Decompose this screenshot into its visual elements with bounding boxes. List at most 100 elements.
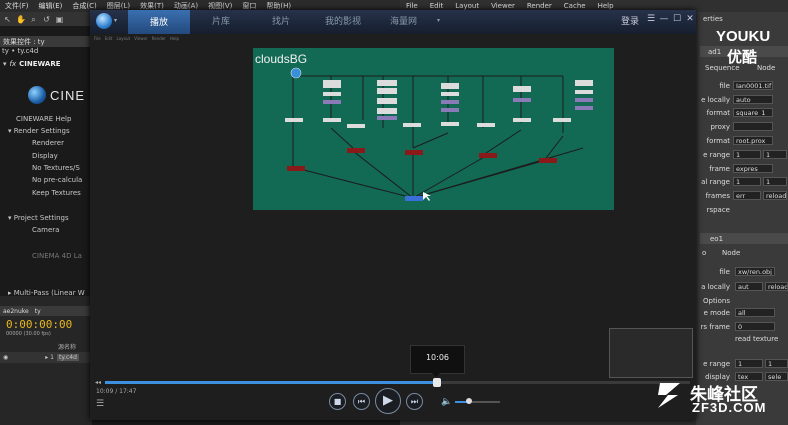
nuke-knob-label: e range	[703, 151, 730, 159]
nuke-menu-item[interactable]: Help	[592, 2, 620, 10]
ae-effect-controls-tab[interactable]: 效果控件 : ty	[0, 36, 92, 47]
visibility-eye-icon[interactable]: ◉	[0, 354, 8, 361]
nuke-menu-item[interactable]: Viewer	[485, 2, 521, 10]
nuke-properties-tab[interactable]: erties	[703, 15, 723, 23]
ae-panel-tab[interactable]: 效果控件 : ty	[0, 37, 48, 47]
camera-tool-icon[interactable]: ▣	[55, 15, 64, 24]
menu-icon[interactable]: ☰	[645, 14, 657, 24]
playlist-icon[interactable]: ☰	[96, 399, 104, 409]
next-button[interactable]: ⏭	[406, 393, 423, 410]
nuke-knob-label: al range	[701, 178, 730, 186]
ae-toolbar: ↖ ✋ ⌕ ↺ ▣	[0, 12, 92, 26]
nuke-knob-field[interactable]: sele	[765, 372, 788, 381]
seek-bar-handle[interactable]	[433, 378, 442, 387]
nuke-knob-field[interactable]: read texture	[735, 335, 778, 343]
fx-icon[interactable]: fx	[10, 60, 17, 68]
rotate-tool-icon[interactable]: ↺	[42, 15, 51, 24]
nuke-knob-field[interactable]: aut	[735, 282, 763, 291]
maximize-icon[interactable]: ☐	[671, 14, 683, 24]
nuke-knob-field[interactable]: 1	[765, 359, 788, 368]
seek-bar-progress	[105, 381, 438, 384]
nuke-knob-field[interactable]	[733, 122, 773, 131]
nuke-knob-field[interactable]: square_1	[733, 108, 773, 117]
stop-button[interactable]: ■	[329, 393, 346, 410]
tab-more[interactable]: 海量网	[390, 14, 417, 27]
nuke-knob-field[interactable]: reload	[763, 191, 787, 200]
volume-slider-handle[interactable]	[465, 398, 472, 404]
nuke-menu-item[interactable]: File	[400, 2, 424, 10]
nuke-knob-label: format	[706, 109, 730, 117]
collapse-sidebar-icon[interactable]: ◂◂	[95, 379, 101, 386]
nuke-knob-field[interactable]: 1	[735, 359, 763, 368]
player-logo-icon[interactable]	[96, 13, 112, 29]
nuke-knob-field[interactable]: Ian0001.tif	[733, 81, 773, 90]
video-menu-item: Layout	[116, 36, 131, 41]
nuke-knob-label: e range	[703, 360, 730, 368]
nuke-knob-label: e locally	[701, 96, 730, 104]
ae-timeline-tab[interactable]: ty	[32, 308, 41, 315]
ae-menu-item[interactable]: 编辑(E)	[34, 1, 68, 11]
seek-time-tooltip: 10:06	[410, 345, 465, 374]
hand-tool-icon[interactable]: ✋	[16, 15, 26, 24]
zoom-tool-icon[interactable]: ⌕	[29, 15, 38, 24]
nuke-menu-item[interactable]: Edit	[424, 2, 450, 10]
ae-menu-item[interactable]: 文件(F)	[0, 1, 34, 11]
nuke-knob-label: rspace	[706, 206, 730, 214]
nuke-knob-label: Options	[702, 297, 730, 305]
select-tool-icon[interactable]: ↖	[3, 15, 12, 24]
nuke-menu-item[interactable]: Layout	[449, 2, 485, 10]
disclosure-triangle-icon[interactable]: ▾	[3, 60, 7, 68]
nuke-knob-field[interactable]: 1	[733, 177, 761, 186]
nuke-knob-field[interactable]: 1	[763, 150, 787, 159]
nuke-tab-node[interactable]: Node	[757, 64, 775, 72]
nuke-menu-item[interactable]: Render	[521, 2, 558, 10]
video-menu-item: File	[94, 36, 101, 41]
nuke-knob-field[interactable]: auto	[733, 95, 773, 104]
video-menu-item: Viewer	[134, 36, 148, 41]
ae-layer-row[interactable]: ◉ ▸ 1 ty.c4d	[0, 352, 92, 363]
youku-watermark-cn: 优酷	[727, 48, 758, 66]
ae-property-row[interactable]: ▾ Render Settings	[0, 127, 100, 135]
nuke-knob-field[interactable]: xw/ren.obj	[735, 267, 775, 276]
ae-breadcrumb: ty • ty.c4d	[2, 47, 39, 55]
ae-timeline-tab[interactable]: ae2nuke	[0, 308, 29, 315]
effect-name: CINEWARE	[19, 60, 61, 68]
nuke-knob-label: proxy	[710, 123, 730, 131]
tab-my-videos[interactable]: 我的影视	[325, 14, 361, 27]
cinema4d-sphere-icon	[28, 86, 46, 104]
tab-play[interactable]: 播放	[128, 10, 190, 34]
video-menu-item: Edit	[104, 36, 113, 41]
ae-effect-header[interactable]: ▾ fx CINEWARE	[0, 58, 92, 70]
ae-layer-header: 源名称	[58, 344, 77, 351]
tab-more-dropdown-icon[interactable]: ▾	[437, 17, 440, 24]
nuke-knob-field[interactable]: root.prox	[733, 136, 773, 145]
ae-timecode[interactable]: 0:00:00:00	[6, 318, 72, 331]
nuke-knob-field[interactable]: 1	[763, 177, 787, 186]
close-icon[interactable]: ✕	[684, 14, 696, 24]
ae-fps-readout: 00000 (30.00 fps)	[6, 331, 51, 337]
nuke-knob-label: e mode	[703, 309, 730, 317]
tab-library[interactable]: 片库	[212, 14, 230, 27]
minimize-icon[interactable]: —	[658, 14, 670, 24]
ae-timeline-tabs[interactable]: ae2nuke ty	[0, 306, 92, 316]
nuke-tab[interactable]: o	[702, 249, 706, 257]
nuke-node-name: eo1	[710, 235, 724, 243]
nuke-knob-field[interactable]: expres	[733, 164, 773, 173]
nuke-knob-field[interactable]: reload	[765, 282, 788, 291]
nuke-tab-node[interactable]: Node	[722, 249, 740, 257]
volume-icon[interactable]: 🔈	[441, 397, 452, 407]
nuke-knob-label: file	[719, 82, 730, 90]
nuke-knob-field[interactable]: 1	[733, 150, 761, 159]
nuke-knob-label: frames	[705, 192, 730, 200]
login-link[interactable]: 登录	[621, 14, 639, 27]
tab-find-film[interactable]: 找片	[272, 14, 290, 27]
ae-property-row[interactable]: ▾ Project Settings	[0, 214, 100, 222]
nuke-menu-item[interactable]: Cache	[558, 2, 592, 10]
nuke-knob-field[interactable]: all	[735, 308, 775, 317]
tooltip-arrow	[431, 372, 441, 377]
nuke-knob-field[interactable]: 0	[735, 322, 775, 331]
chevron-down-icon[interactable]: ▾	[114, 17, 117, 24]
previous-button[interactable]: ⏮	[353, 393, 370, 410]
play-button[interactable]: ▶	[375, 388, 401, 414]
nuke-knob-field[interactable]: err	[733, 191, 761, 200]
